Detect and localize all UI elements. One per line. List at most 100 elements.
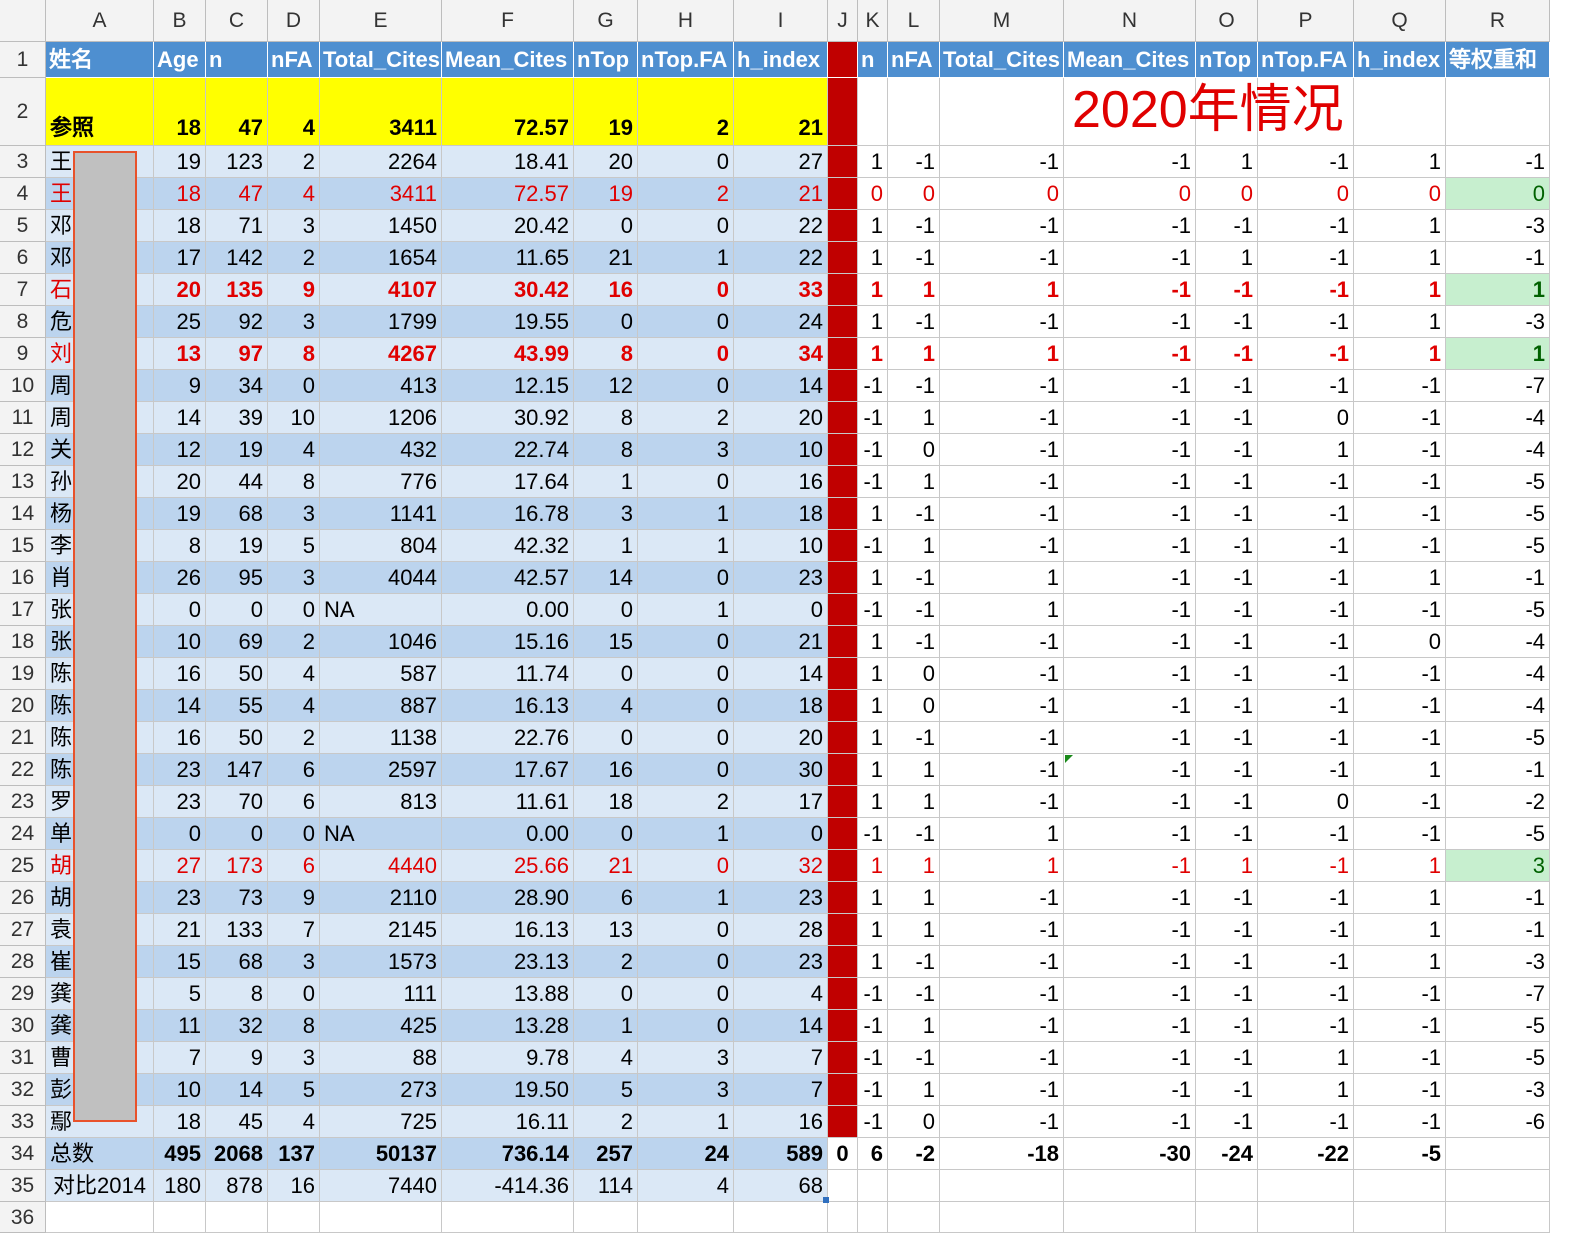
metric-cell-b[interactable]: 16: [154, 722, 206, 754]
score-cell-m[interactable]: -1: [940, 242, 1064, 274]
column-header-g[interactable]: G: [574, 0, 638, 42]
score-cell-r[interactable]: -2: [1446, 786, 1550, 818]
score-cell-l[interactable]: -1: [888, 210, 940, 242]
empty-cell[interactable]: [638, 1202, 734, 1233]
column-header-c[interactable]: C: [206, 0, 268, 42]
score-cell-k[interactable]: -1: [858, 1010, 888, 1042]
score-cell-n[interactable]: -1: [1064, 274, 1196, 306]
score-cell-m[interactable]: -1: [940, 306, 1064, 338]
score-cell-m[interactable]: -1: [940, 1106, 1064, 1138]
empty-cell[interactable]: [1446, 78, 1550, 146]
score-cell-q[interactable]: 1: [1354, 946, 1446, 978]
score-cell-k[interactable]: 1: [858, 882, 888, 914]
metric-cell-b[interactable]: 17: [154, 242, 206, 274]
metric-cell-d[interactable]: 4: [268, 178, 320, 210]
score-cell-p[interactable]: 1: [1258, 434, 1354, 466]
metric-cell-f[interactable]: 28.90: [442, 882, 574, 914]
metric-cell-i[interactable]: 7: [734, 1042, 828, 1074]
total-cell-o[interactable]: -24: [1196, 1138, 1258, 1170]
metric-cell-e[interactable]: 1450: [320, 210, 442, 242]
metric-cell-d[interactable]: 4: [268, 1106, 320, 1138]
reference-cell-b[interactable]: 18: [154, 78, 206, 146]
row-header-22[interactable]: 22: [0, 754, 46, 786]
score-cell-r[interactable]: -1: [1446, 754, 1550, 786]
metric-cell-h[interactable]: 0: [638, 370, 734, 402]
header-cell-p[interactable]: nTop.FA: [1258, 42, 1354, 78]
score-cell-n[interactable]: -1: [1064, 626, 1196, 658]
metric-cell-d[interactable]: 4: [268, 658, 320, 690]
metric-cell-h[interactable]: 0: [638, 850, 734, 882]
score-cell-o[interactable]: 1: [1196, 242, 1258, 274]
score-cell-q[interactable]: -1: [1354, 1042, 1446, 1074]
score-cell-o[interactable]: -1: [1196, 562, 1258, 594]
metric-cell-c[interactable]: 34: [206, 370, 268, 402]
metric-cell-f[interactable]: 17.64: [442, 466, 574, 498]
metric-cell-g[interactable]: 21: [574, 242, 638, 274]
metric-cell-e[interactable]: 4107: [320, 274, 442, 306]
metric-cell-d[interactable]: 2: [268, 242, 320, 274]
score-cell-p[interactable]: -1: [1258, 626, 1354, 658]
score-cell-n[interactable]: -1: [1064, 914, 1196, 946]
score-cell-o[interactable]: -1: [1196, 1010, 1258, 1042]
metric-cell-b[interactable]: 13: [154, 338, 206, 370]
metric-cell-h[interactable]: 0: [638, 1010, 734, 1042]
metric-cell-d[interactable]: 3: [268, 210, 320, 242]
metric-cell-e[interactable]: 804: [320, 530, 442, 562]
score-cell-m[interactable]: -1: [940, 370, 1064, 402]
metric-cell-f[interactable]: 16.78: [442, 498, 574, 530]
metric-cell-g[interactable]: 0: [574, 658, 638, 690]
score-cell-p[interactable]: -1: [1258, 754, 1354, 786]
score-cell-n[interactable]: -1: [1064, 338, 1196, 370]
column-header-l[interactable]: L: [888, 0, 940, 42]
metric-cell-d[interactable]: 2: [268, 722, 320, 754]
metric-cell-g[interactable]: 18: [574, 786, 638, 818]
metric-cell-g[interactable]: 13: [574, 914, 638, 946]
metric-cell-b[interactable]: 0: [154, 818, 206, 850]
row-header-25[interactable]: 25: [0, 850, 46, 882]
score-cell-l[interactable]: -1: [888, 306, 940, 338]
metric-cell-i[interactable]: 24: [734, 306, 828, 338]
score-cell-k[interactable]: 1: [858, 306, 888, 338]
metric-cell-h[interactable]: 1: [638, 498, 734, 530]
row-header-11[interactable]: 11: [0, 402, 46, 434]
row-header-16[interactable]: 16: [0, 562, 46, 594]
score-cell-n[interactable]: -1: [1064, 146, 1196, 178]
column-header-d[interactable]: D: [268, 0, 320, 42]
metric-cell-g[interactable]: 1: [574, 466, 638, 498]
score-cell-o[interactable]: -1: [1196, 722, 1258, 754]
score-cell-q[interactable]: 1: [1354, 754, 1446, 786]
metric-cell-g[interactable]: 16: [574, 274, 638, 306]
metric-cell-b[interactable]: 20: [154, 466, 206, 498]
header-cell-e[interactable]: Total_Cites: [320, 42, 442, 78]
score-cell-l[interactable]: 1: [888, 402, 940, 434]
metric-cell-d[interactable]: 3: [268, 946, 320, 978]
metric-cell-i[interactable]: 21: [734, 626, 828, 658]
score-cell-r[interactable]: -1: [1446, 242, 1550, 274]
score-cell-q[interactable]: 1: [1354, 210, 1446, 242]
score-cell-r[interactable]: 1: [1446, 338, 1550, 370]
metric-cell-d[interactable]: 5: [268, 1074, 320, 1106]
metric-cell-h[interactable]: 0: [638, 466, 734, 498]
total-cell-n[interactable]: -30: [1064, 1138, 1196, 1170]
metric-cell-d[interactable]: 3: [268, 562, 320, 594]
score-cell-k[interactable]: 1: [858, 242, 888, 274]
score-cell-r[interactable]: -6: [1446, 1106, 1550, 1138]
metric-cell-h[interactable]: 0: [638, 914, 734, 946]
row-header-26[interactable]: 26: [0, 882, 46, 914]
score-cell-n[interactable]: -1: [1064, 1074, 1196, 1106]
score-cell-o[interactable]: -1: [1196, 754, 1258, 786]
metric-cell-f[interactable]: 11.61: [442, 786, 574, 818]
score-cell-l[interactable]: 1: [888, 1074, 940, 1106]
metric-cell-i[interactable]: 14: [734, 370, 828, 402]
score-cell-m[interactable]: -1: [940, 498, 1064, 530]
metric-cell-c[interactable]: 142: [206, 242, 268, 274]
header-cell-a[interactable]: 姓名: [46, 42, 154, 78]
empty-cell[interactable]: [828, 1202, 858, 1233]
metric-cell-d[interactable]: 8: [268, 1010, 320, 1042]
metric-cell-i[interactable]: 20: [734, 722, 828, 754]
score-cell-p[interactable]: -1: [1258, 978, 1354, 1010]
metric-cell-d[interactable]: 3: [268, 1042, 320, 1074]
score-cell-o[interactable]: -1: [1196, 882, 1258, 914]
metric-cell-c[interactable]: 19: [206, 530, 268, 562]
metric-cell-g[interactable]: 6: [574, 882, 638, 914]
